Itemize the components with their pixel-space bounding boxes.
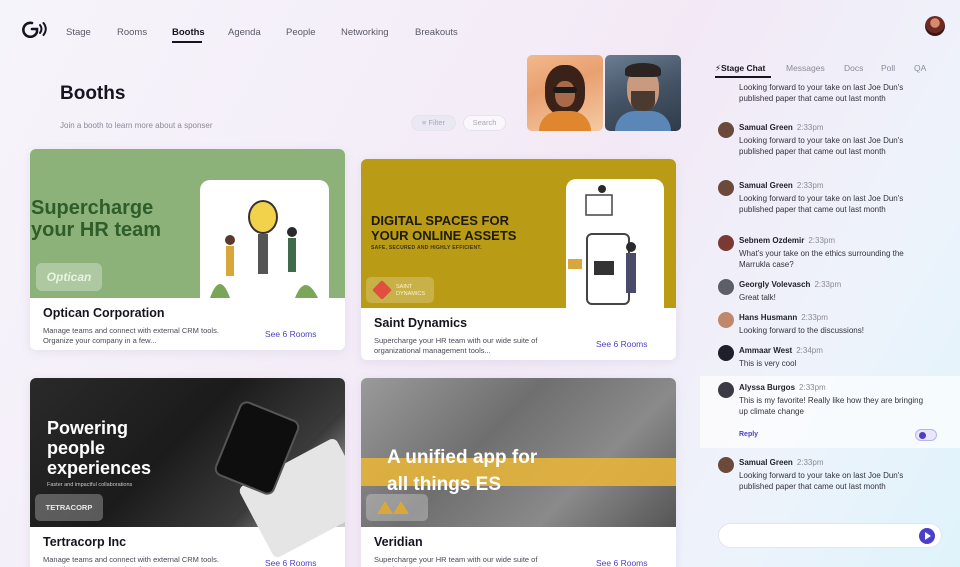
booth-logo: Optican [36,263,102,291]
participant-1-image [545,65,585,115]
avatar[interactable] [718,180,734,196]
sender-name: Ammaar West 2:34pm [739,346,823,355]
booth-card-optican[interactable]: Supercharge your HR team Optican Optican… [30,149,345,350]
booth-card-saint-dynamics[interactable]: DIGITAL SPACES FOR YOUR ONLINE ASSETS SA… [361,159,676,360]
chat-message-text: Looking forward to your take on last Joe… [739,136,904,156]
banner-headline: Supercharge your HR team [31,197,162,241]
chat-message-text: Great talk! [739,293,776,302]
send-icon[interactable] [919,528,935,544]
nav-networking[interactable]: Networking [341,27,389,38]
chat-message-input[interactable] [718,523,942,548]
booth-card-tertracorp[interactable]: Powering people experiences Faster and i… [30,378,345,567]
avatar[interactable] [718,312,734,328]
chat-message-partial: Looking forward to your take on last Joe… [718,70,948,118]
veridian-logo-icon [393,501,409,514]
message-time: 2:33pm [814,280,842,289]
nav-breakouts[interactable]: Breakouts [415,27,458,38]
booth-logo: SAINT DYNAMICS [366,277,434,303]
banner-subline: SAFE, SECURED AND HIGHLY EFFICIENT. [371,245,482,251]
nav-booths[interactable]: Booths [172,27,205,38]
booth-card-veridian[interactable]: A unified app for all things ES Veridian… [361,378,676,567]
booth-name: Optican Corporation [43,306,165,320]
banner-headline: Powering people experiences [47,418,152,478]
sender-name: Samual Green 2:33pm [739,181,824,190]
booth-description: Supercharge your HR team with our wide s… [374,555,538,567]
banner-headline: A unified app for all things ES [387,447,538,495]
top-navigation: Stage Rooms Booths Agenda People Network… [0,0,960,56]
sender-name: Hans Husmann 2:33pm [739,313,828,322]
sender-name: Samual Green 2:33pm [739,123,824,132]
add-reaction-button[interactable] [915,429,937,441]
chat-panel: ⚡Stage Chat Messages Docs Poll QA Lookin… [700,55,960,567]
sender-name: Alyssa Burgos 2:33pm [739,383,826,392]
banner-subline: Faster and impactful collaborations [47,482,133,488]
booth-banner-image: A unified app for all things ES [361,378,676,527]
message-time: 2:33pm [796,181,824,190]
avatar[interactable] [718,279,734,295]
video-tile-participant-2[interactable] [605,55,681,131]
booth-banner-image: DIGITAL SPACES FOR YOUR ONLINE ASSETS SA… [361,159,676,308]
nav-stage[interactable]: Stage [66,27,91,38]
booth-description: Manage teams and connect with external C… [43,555,219,567]
chat-message-text: Looking forward to your take on last Joe… [739,471,904,491]
reply-button[interactable]: Reply [739,431,758,438]
booth-banner-image: Powering people experiences Faster and i… [30,378,345,560]
nav-agenda[interactable]: Agenda [228,27,261,38]
avatar[interactable] [718,235,734,251]
booth-name: Saint Dynamics [374,316,468,330]
chat-message-text: What's your take on the ethics surroundi… [739,249,904,269]
message-time: 2:33pm [796,123,824,132]
booth-description: Manage teams and connect with external C… [43,326,219,345]
message-time: 2:33pm [799,383,826,392]
message-time: 2:33pm [796,458,824,467]
booth-name: Tertracorp Inc [43,535,127,549]
see-rooms-link[interactable]: See 6 Rooms [265,329,317,339]
chat-message-text: Looking forward to your take on last Joe… [739,83,904,103]
saint-dynamics-logo-icon [372,280,392,300]
sender-name: Samual Green 2:33pm [739,458,824,467]
lightbulb-illustration [200,180,329,298]
user-avatar[interactable] [925,16,945,36]
message-time: 2:33pm [801,313,828,322]
see-rooms-link[interactable]: See 6 Rooms [596,558,648,567]
chat-message-text: This is very cool [739,359,797,368]
video-tile-participant-1[interactable] [527,55,603,131]
sender-name: Sebnem Ozdemir 2:33pm [739,236,836,245]
booth-logo-text: SAINT DYNAMICS [396,284,426,297]
chat-message-text: This is my favorite! Really like how the… [739,396,924,416]
sender-name: Georgly Volevasch 2:33pm [739,280,842,289]
participant-2-image [625,63,661,111]
veridian-logo-icon [377,501,393,514]
page-subtitle: Join a booth to learn more about a spons… [60,121,213,130]
avatar[interactable] [718,457,734,473]
search-input[interactable]: Search [463,115,506,131]
filter-button[interactable]: ≡ Filter [411,115,456,131]
devices-illustration [566,179,664,308]
avatar[interactable] [718,122,734,138]
banner-headline: DIGITAL SPACES FOR YOUR ONLINE ASSETS [371,213,517,243]
filter-label: Filter [428,118,446,127]
nav-active-underline [172,41,202,43]
nav-people[interactable]: People [286,27,316,38]
see-rooms-link[interactable]: See 6 Rooms [596,339,648,349]
avatar[interactable] [718,345,734,361]
chat-message-text: Looking forward to your take on last Joe… [739,194,904,214]
booth-logo: TETRACORP [35,494,103,521]
nav-rooms[interactable]: Rooms [117,27,147,38]
app-logo-icon[interactable] [22,20,48,38]
booth-banner-image: Supercharge your HR team Optican [30,149,345,298]
see-rooms-link[interactable]: See 6 Rooms [265,558,317,567]
message-time: 2:34pm [796,346,823,355]
page-title: Booths [60,83,126,104]
avatar[interactable] [718,382,734,398]
booth-name: Veridian [374,535,423,549]
message-time: 2:33pm [808,236,836,245]
booth-description: Supercharge your HR team with our wide s… [374,336,538,355]
chat-message-text: Looking forward to the discussions! [739,326,864,335]
